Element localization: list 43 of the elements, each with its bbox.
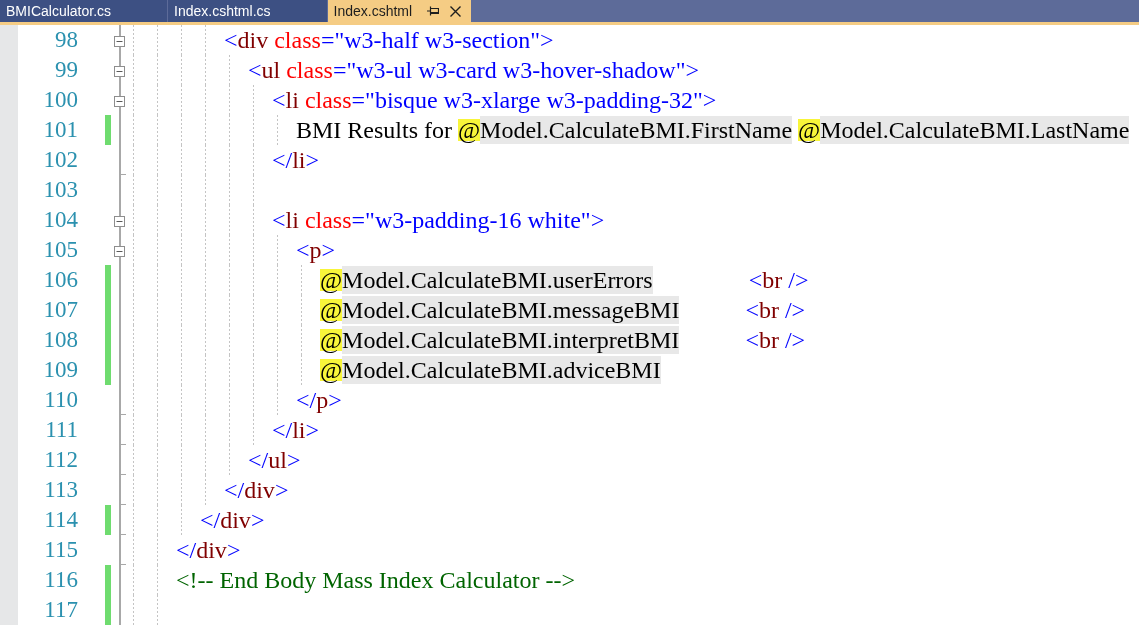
code-line: </div> bbox=[200, 506, 265, 535]
line-number: 111 bbox=[44, 416, 78, 444]
line-number: 99 bbox=[54, 56, 78, 84]
code-line: <li class="w3-padding-16 white"> bbox=[272, 206, 605, 235]
line-number: 100 bbox=[42, 86, 78, 114]
line-number: 115 bbox=[43, 536, 78, 564]
code-line: </p> bbox=[296, 386, 342, 415]
collapse-icon[interactable] bbox=[114, 246, 125, 257]
line-number: 117 bbox=[43, 596, 78, 624]
line-number: 109 bbox=[42, 356, 78, 384]
code-line: </li> bbox=[272, 416, 320, 445]
pin-icon[interactable] bbox=[427, 6, 440, 16]
line-number: 98 bbox=[54, 26, 78, 54]
collapse-icon[interactable] bbox=[114, 216, 125, 227]
collapse-icon[interactable] bbox=[114, 66, 125, 77]
code-line: <!-- End Body Mass Index Calculator --> bbox=[176, 566, 575, 595]
file-tab[interactable]: BMICalculator.cs bbox=[0, 0, 169, 22]
close-icon[interactable] bbox=[450, 5, 462, 17]
line-number: 101 bbox=[42, 116, 78, 144]
line-number: 102 bbox=[42, 146, 78, 174]
code-line: <div class="w3-half w3-section"> bbox=[224, 26, 554, 55]
line-number: 106 bbox=[42, 266, 78, 294]
line-number: 104 bbox=[42, 206, 78, 234]
code-line: <p> bbox=[296, 236, 336, 265]
code-line: </ul> bbox=[248, 446, 301, 475]
line-number: 113 bbox=[43, 476, 78, 504]
file-tab[interactable]: Index.cshtml bbox=[327, 0, 472, 22]
code-line: </div> bbox=[224, 476, 289, 505]
line-number: 110 bbox=[43, 386, 78, 414]
line-number: 107 bbox=[42, 296, 78, 324]
line-number: 116 bbox=[43, 566, 78, 594]
line-number: 114 bbox=[43, 506, 78, 534]
line-number: 103 bbox=[42, 176, 78, 204]
line-number: 105 bbox=[42, 236, 78, 264]
file-tab[interactable]: Index.cshtml.cs bbox=[168, 0, 328, 22]
collapse-icon[interactable] bbox=[114, 36, 125, 47]
collapse-icon[interactable] bbox=[114, 96, 125, 107]
line-number: 108 bbox=[42, 326, 78, 354]
code-line: <ul class="w3-ul w3-card w3-hover-shadow"> bbox=[248, 56, 699, 85]
code-line: </li> bbox=[272, 146, 320, 175]
line-number: 112 bbox=[43, 446, 78, 474]
code-line: <li class="bisque w3-xlarge w3-padding-32"> bbox=[272, 86, 717, 115]
code-line: </div> bbox=[176, 536, 241, 565]
